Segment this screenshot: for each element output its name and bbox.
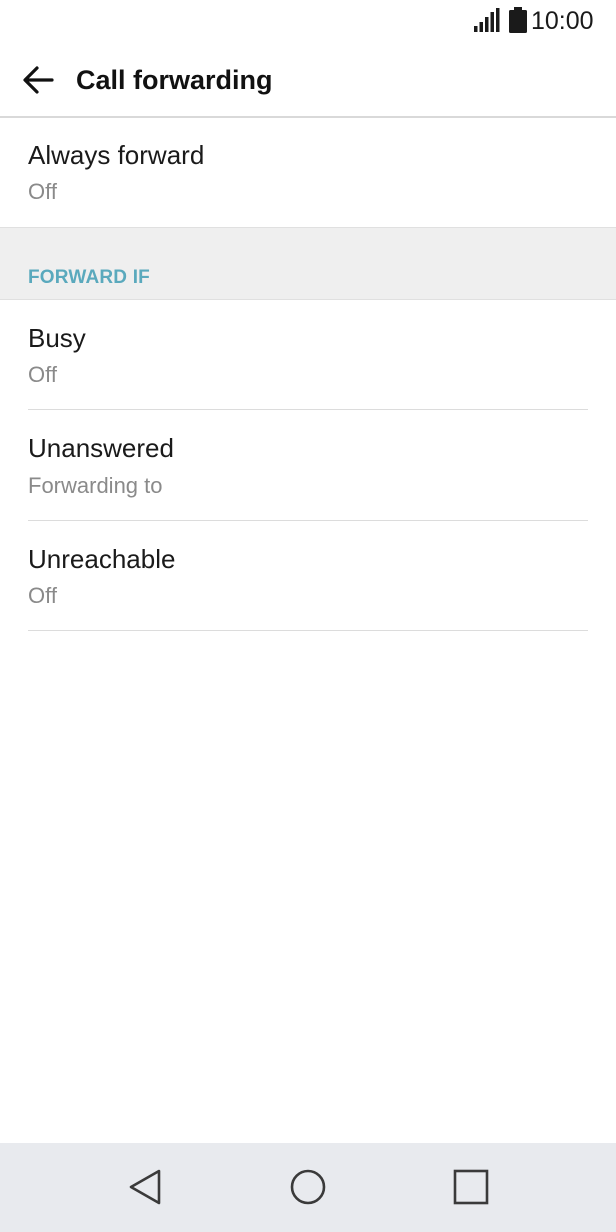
row-divider [28,630,588,631]
setting-always-forward[interactable]: Always forward Off [0,118,616,227]
setting-title: Unanswered [28,433,174,463]
nav-back-icon[interactable] [123,1165,167,1209]
setting-title: Unreachable [28,544,176,574]
signal-icon [474,8,500,32]
page-title: Call forwarding [76,65,273,95]
arrow-back-icon[interactable] [18,60,58,100]
section-forward-if: FORWARD IF [0,227,616,300]
setting-title: Always forward [28,140,205,170]
setting-value: Off [28,362,57,387]
navigation-bar [0,1143,616,1232]
setting-value: Off [28,583,57,608]
setting-value: Forwarding to [28,473,163,498]
battery-icon [509,7,527,33]
setting-unreachable[interactable]: Unreachable Off [0,521,616,630]
setting-value: Off [28,179,57,204]
nav-recents-icon[interactable] [449,1165,493,1209]
setting-unanswered[interactable]: Unanswered Forwarding to [0,410,616,520]
section-header: FORWARD IF [28,267,150,288]
setting-busy[interactable]: Busy Off [0,300,616,410]
status-clock: 10:00 [531,7,594,35]
setting-title: Busy [28,323,86,353]
status-bar: 10:00 [0,0,616,44]
nav-home-icon[interactable] [286,1165,330,1209]
app-bar: Call forwarding [0,44,616,118]
